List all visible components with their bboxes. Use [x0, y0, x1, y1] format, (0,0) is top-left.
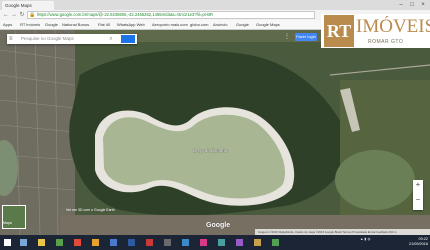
bookmark-rt-imoveis[interactable]: RT Imóveis — [20, 21, 40, 28]
satellite-map[interactable] — [0, 30, 430, 235]
search-input[interactable]: Pesquise no Google Maps — [7, 34, 137, 44]
forward-icon[interactable]: → — [10, 11, 18, 19]
taskbar-app5-icon[interactable] — [182, 239, 189, 246]
taskbar-word-icon[interactable] — [110, 239, 117, 246]
taskbar-app6-icon[interactable] — [200, 239, 207, 246]
zoom-out-button[interactable]: − — [413, 195, 423, 205]
close-icon[interactable]: × — [418, 1, 428, 9]
maximize-icon[interactable]: □ — [407, 1, 417, 9]
taskbar-chrome-icon[interactable] — [74, 239, 81, 246]
taskbar-app7-icon[interactable] — [218, 239, 225, 246]
map-type-toggle[interactable] — [2, 205, 26, 229]
taskbar-app3-icon[interactable] — [146, 239, 153, 246]
bookmark-globo[interactable]: globo.com — [190, 21, 208, 28]
start-icon[interactable] — [4, 239, 11, 246]
bookmark-anuncio[interactable]: Anúncio — [213, 21, 227, 28]
directions-icon[interactable] — [121, 35, 135, 43]
sign-in-button[interactable]: Fazer login — [295, 33, 317, 41]
url-input[interactable]: https://www.google.com.br/maps/@-22.9238… — [27, 11, 315, 19]
bookmark-national-bonus[interactable]: National Bonus — [62, 21, 89, 28]
google-watermark: Google — [206, 222, 231, 229]
bookmark-google[interactable]: Google — [45, 21, 58, 28]
browser-titlebar — [0, 0, 430, 10]
bookmark-aeroporto[interactable]: Aeroporto mais.com — [152, 21, 188, 28]
menu-icon[interactable]: ≡ — [9, 36, 15, 42]
bookmark-apps[interactable]: Apps — [3, 21, 12, 28]
taskbar-clock[interactable]: 09:22 21/09/2016 — [408, 237, 428, 247]
bookmark-google-maps[interactable]: Google Maps — [256, 21, 280, 28]
taskbar-ie-icon[interactable] — [20, 239, 27, 246]
taskbar-explorer-icon[interactable] — [38, 239, 45, 246]
minimize-icon[interactable]: – — [396, 1, 406, 9]
earth-link[interactable]: Ver em 3D com o Google Earth — [66, 208, 116, 212]
clock-date: 21/09/2016 — [408, 242, 428, 246]
map-type-label: Mapa — [3, 221, 12, 225]
lock-icon: 🔒 — [29, 12, 36, 18]
system-tray[interactable]: ▲ ▮ ◍ — [360, 237, 370, 241]
apps-grid-icon[interactable]: ⋮ — [283, 33, 291, 41]
bookmark-google-2[interactable]: Google — [236, 21, 249, 28]
taskbar-app9-icon[interactable] — [254, 239, 261, 246]
reload-icon[interactable]: ↻ — [18, 11, 26, 19]
brand-logo-name: IMÓVEIS — [356, 16, 430, 37]
tab-google-maps[interactable]: Google Maps — [2, 1, 54, 10]
taskbar-excel-icon[interactable] — [56, 239, 63, 246]
taskbar-app4-icon[interactable] — [164, 239, 171, 246]
taskbar-app-icon[interactable] — [92, 239, 99, 246]
bookmark-flat[interactable]: Flat 40 — [98, 21, 110, 28]
brand-logo-subtitle: ROMAR GTO — [368, 39, 404, 45]
satellite-imagery — [0, 30, 430, 235]
brand-logo-mark: RT — [324, 15, 354, 47]
search-icon[interactable]: ⌕ — [107, 35, 115, 43]
zoom-in-button[interactable]: + — [413, 180, 423, 190]
taskbar-app10-icon[interactable] — [272, 239, 279, 246]
taskbar-app2-icon[interactable] — [128, 239, 135, 246]
back-icon[interactable]: ← — [2, 11, 10, 19]
place-label[interactable]: Brejo do Espinho — [193, 148, 227, 153]
bookmark-whatsapp[interactable]: WhatsApp Web — [117, 21, 145, 28]
taskbar-app8-icon[interactable] — [236, 239, 243, 246]
